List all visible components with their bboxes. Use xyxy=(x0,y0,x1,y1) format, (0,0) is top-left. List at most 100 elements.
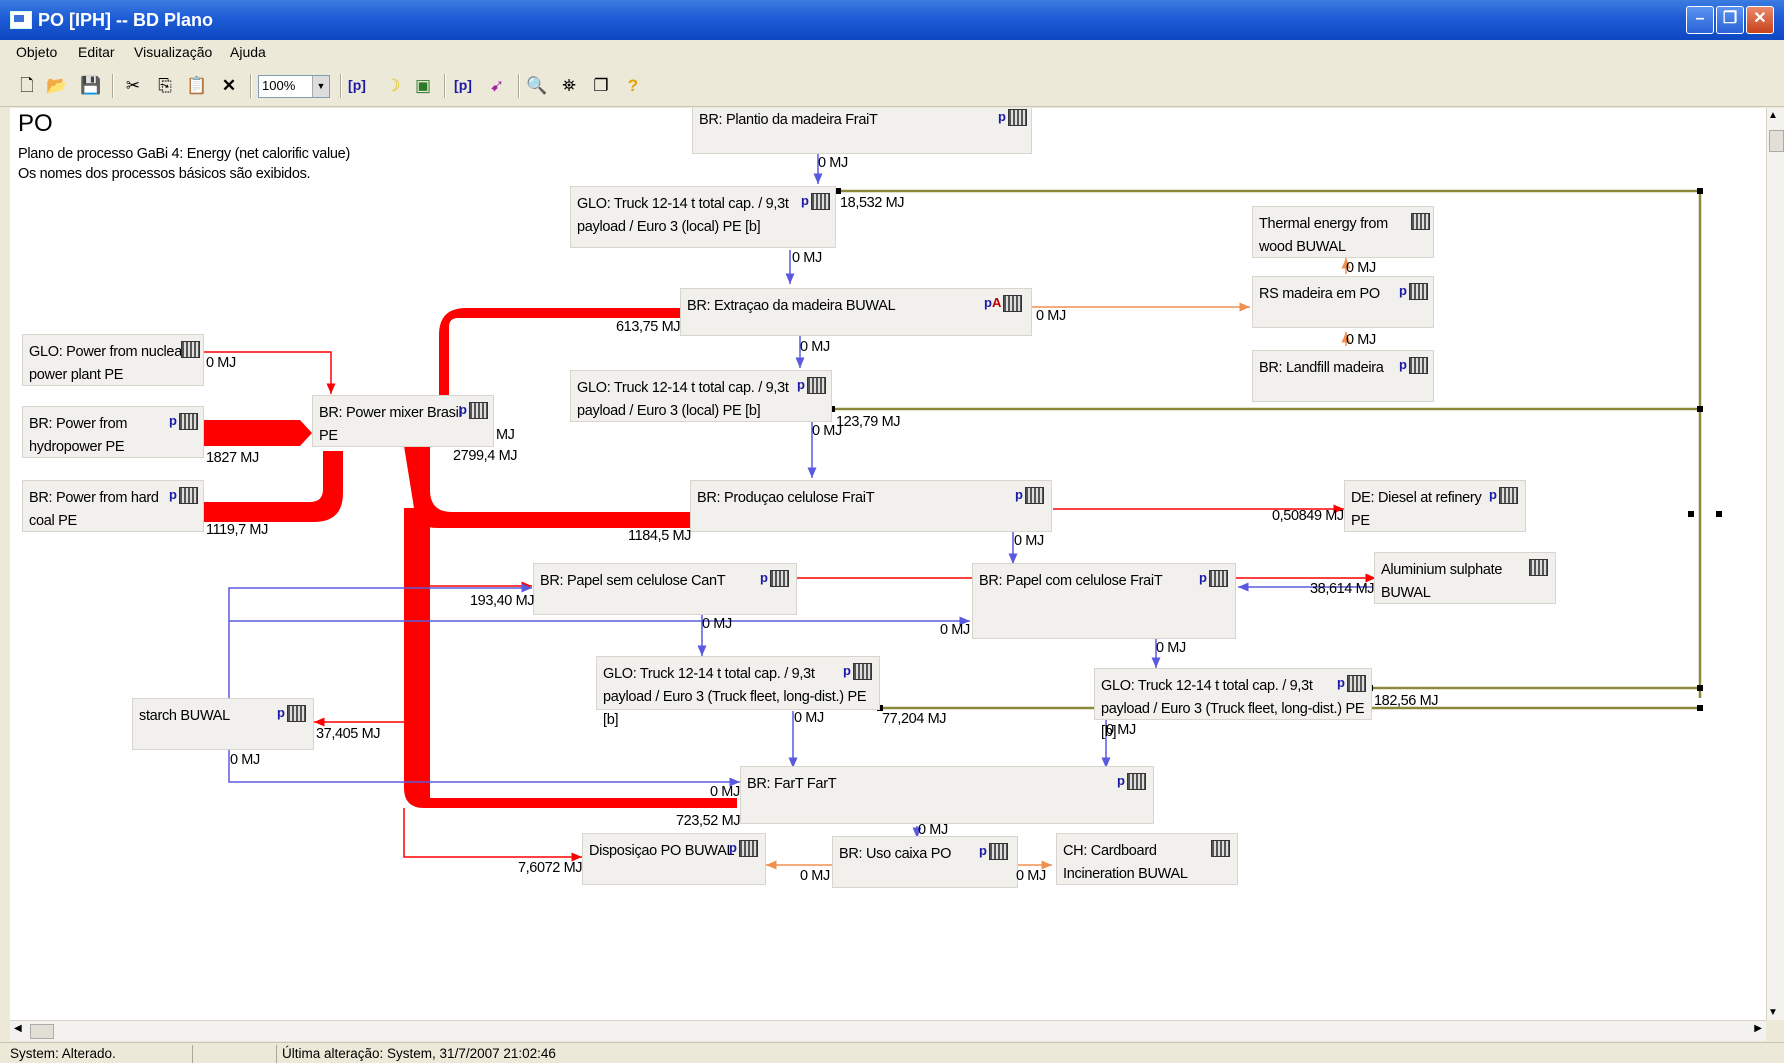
process-papel-com-celulose[interactable]: BR: Papel com celulose FraiT p xyxy=(972,563,1236,639)
process-fart[interactable]: BR: FarT FarT p xyxy=(740,766,1154,824)
flow-label: 7,6072 MJ xyxy=(518,860,583,876)
flow-label: 0 MJ xyxy=(1346,260,1376,276)
process-coal[interactable]: BR: Power from hard coal PE p xyxy=(22,480,204,532)
copy-window-icon[interactable]: ▣ xyxy=(412,74,434,96)
process-icon: pA xyxy=(984,295,1023,313)
moon-icon[interactable]: ☽ xyxy=(382,74,404,96)
minimize-button[interactable]: – xyxy=(1686,6,1714,34)
menu-bar: Objeto Editar Visualização Ajuda xyxy=(0,40,1784,66)
application-window: PO [IPH] -- BD Plano – ❐ ✕ Objeto Editar… xyxy=(0,0,1784,1063)
menu-visualizacao[interactable]: Visualização xyxy=(134,44,212,60)
flow-label: 613,75 MJ xyxy=(616,319,681,335)
link-icon[interactable]: ➹ xyxy=(486,74,508,96)
process-icon: p xyxy=(169,413,198,431)
process-power-mixer[interactable]: BR: Power mixer Brasil PE p xyxy=(312,395,494,447)
flow-label: 37,405 MJ xyxy=(316,726,381,742)
process-truck-fleet-1[interactable]: GLO: Truck 12-14 t total cap. / 9,3t pay… xyxy=(596,656,880,728)
process-producao-celulose[interactable]: BR: Produçao celulose FraiT p xyxy=(690,480,1052,532)
process-rs-madeira[interactable]: RS madeira em PO p xyxy=(1252,276,1434,328)
scroll-up-icon[interactable]: ▲ xyxy=(1768,110,1778,121)
paste-icon[interactable]: 📋 xyxy=(186,74,208,96)
flow-label: 193,40 MJ xyxy=(470,593,535,609)
save-icon[interactable]: 💾 xyxy=(80,74,102,96)
process-aluminium-sulphate[interactable]: Aluminium sulphate BUWAL xyxy=(1374,552,1556,604)
diagram-canvas[interactable]: PO Plano de processo GaBi 4: Energy (net… xyxy=(10,108,1766,1020)
flow-label: 0 MJ xyxy=(800,868,830,884)
toolbar: 🗋 📂 💾 ✂ ⎘ 📋 ✕ 100% ▼ [p] ☽ ▣ [p] ➹ 🔍 ⛯ ❐… xyxy=(0,66,1784,107)
menu-ajuda[interactable]: Ajuda xyxy=(230,44,266,60)
scroll-left-icon[interactable]: ◀ xyxy=(14,1023,22,1034)
process-starch[interactable]: starch BUWAL p xyxy=(132,698,314,750)
process-truck-local-1[interactable]: GLO: Truck 12-14 t total cap. / 9,3t pay… xyxy=(570,186,836,248)
flow-label: 18,532 MJ xyxy=(840,195,905,211)
scroll-down-icon[interactable]: ▼ xyxy=(1768,1007,1778,1018)
new-icon[interactable]: 🗋 xyxy=(16,74,38,96)
process-cardboard-incineration[interactable]: CH: Cardboard Incineration BUWAL xyxy=(1056,833,1238,885)
process-icon: p xyxy=(1399,283,1428,301)
close-button[interactable]: ✕ xyxy=(1746,6,1774,34)
process-hydro[interactable]: BR: Power from hydropower PE p xyxy=(22,406,204,458)
process-disposicao[interactable]: Disposiçao PO BUWAL p xyxy=(582,833,766,885)
process-truck-local-2[interactable]: GLO: Truck 12-14 t total cap. / 9,3t pay… xyxy=(570,370,832,422)
flow-label: 0 MJ xyxy=(940,622,970,638)
horizontal-scrollbar[interactable]: ◀ ▶ xyxy=(10,1020,1766,1041)
flow-label: 0 MJ xyxy=(1106,722,1136,738)
truck-icon: p xyxy=(797,377,826,395)
process-icon: p xyxy=(459,402,488,420)
flow-label: 0 MJ xyxy=(818,155,848,171)
process-icon: p xyxy=(1399,357,1428,375)
process-icon: p xyxy=(998,109,1027,127)
vertical-scrollbar[interactable]: ▲ ▼ xyxy=(1766,108,1784,1020)
status-modified: System: Alterado. xyxy=(10,1046,116,1061)
process-icon: p xyxy=(1015,487,1044,505)
open-icon[interactable]: 📂 xyxy=(46,74,68,96)
flow-label: 723,52 MJ xyxy=(676,813,741,829)
flow-label: 1184,5 MJ xyxy=(628,528,692,544)
process-thermal[interactable]: Thermal energy from wood BUWAL xyxy=(1252,206,1434,258)
scroll-thumb[interactable] xyxy=(30,1024,54,1039)
zoom-select[interactable]: 100% ▼ xyxy=(258,75,330,98)
copy-icon[interactable]: ⎘ xyxy=(154,74,176,96)
process-icon[interactable]: [p] xyxy=(346,74,368,96)
flow-label: 0 MJ xyxy=(792,250,822,266)
process-truck-fleet-2[interactable]: GLO: Truck 12-14 t total cap. / 9,3t pay… xyxy=(1094,668,1372,740)
flow-label: 0 MJ xyxy=(1156,640,1186,656)
flow-label: 0 MJ xyxy=(1016,868,1046,884)
process-landfill[interactable]: BR: Landfill madeira p xyxy=(1252,350,1434,402)
process-nuclear[interactable]: GLO: Power from nuclear power plant PE xyxy=(22,334,204,386)
find-icon[interactable]: ⛯ xyxy=(558,74,580,96)
process-icon: p xyxy=(169,487,198,505)
help-icon[interactable]: ? xyxy=(622,74,644,96)
flow-label: 0 MJ xyxy=(206,355,236,371)
flow-label: 0 MJ xyxy=(800,339,830,355)
process-icon xyxy=(1527,559,1548,577)
preview-icon[interactable]: 🔍 xyxy=(526,74,548,96)
windows-icon[interactable]: ❐ xyxy=(590,74,612,96)
process-papel-sem-celulose[interactable]: BR: Papel sem celulose CanT p xyxy=(533,563,797,615)
window-title: PO [IPH] -- BD Plano xyxy=(38,10,213,30)
status-last-change: Última alteração: System, 31/7/2007 21:0… xyxy=(282,1046,556,1061)
process-extracao[interactable]: BR: Extraçao da madeira BUWAL pA xyxy=(680,288,1032,336)
scroll-thumb[interactable] xyxy=(1769,130,1784,152)
menu-objeto[interactable]: Objeto xyxy=(16,44,57,60)
title-bar[interactable]: PO [IPH] -- BD Plano – ❐ ✕ xyxy=(0,0,1784,40)
process-uso-caixa[interactable]: BR: Uso caixa PO p xyxy=(832,836,1018,888)
plan-icon[interactable]: [p] xyxy=(452,74,474,96)
process-diesel[interactable]: DE: Diesel at refinery PE p xyxy=(1344,480,1526,532)
chevron-down-icon[interactable]: ▼ xyxy=(312,76,329,97)
flow-label: 77,204 MJ xyxy=(882,711,947,727)
flow-label: 0 MJ xyxy=(1014,533,1044,549)
delete-icon[interactable]: ✕ xyxy=(218,74,240,96)
scroll-right-icon[interactable]: ▶ xyxy=(1754,1023,1762,1034)
cut-icon[interactable]: ✂ xyxy=(122,74,144,96)
process-icon: p xyxy=(277,705,306,723)
restore-button[interactable]: ❐ xyxy=(1716,6,1744,34)
flow-label: 182,56 MJ xyxy=(1374,693,1439,709)
process-plantio[interactable]: BR: Plantio da madeira FraiT p xyxy=(692,108,1032,154)
flow-label: MJ xyxy=(496,427,515,443)
process-icon xyxy=(1409,213,1430,231)
app-icon xyxy=(10,11,32,29)
flow-label: 2799,4 MJ xyxy=(453,448,518,464)
process-icon xyxy=(1209,840,1230,858)
menu-editar[interactable]: Editar xyxy=(78,44,115,60)
